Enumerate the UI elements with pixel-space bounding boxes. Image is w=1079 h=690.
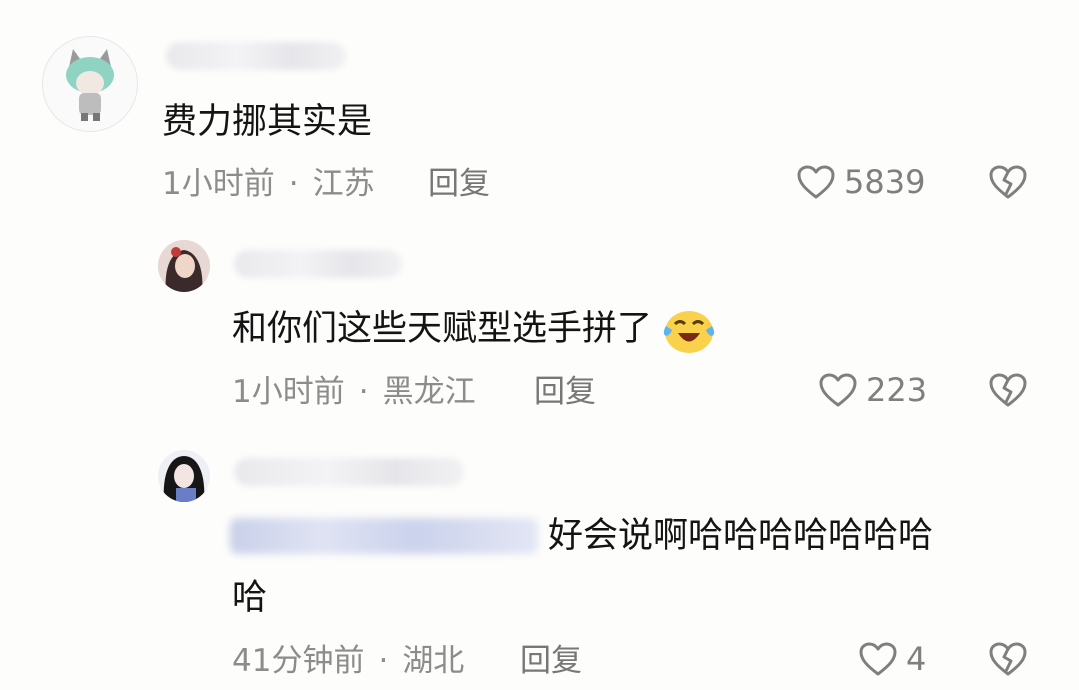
heart-outline-icon [797, 165, 835, 199]
dislike-button[interactable] [988, 372, 1028, 408]
timestamp: 1小时前 [162, 166, 275, 202]
username-redacted[interactable] [166, 42, 346, 70]
avatar[interactable] [158, 240, 210, 292]
separator-dot: · [378, 643, 389, 679]
avatar[interactable] [158, 450, 210, 502]
reply-button[interactable]: 回复 [520, 643, 582, 679]
like-button[interactable]: 5839 [796, 164, 925, 200]
timestamp: 1小时前 [232, 374, 345, 410]
separator-dot: · [358, 374, 369, 410]
username-redacted[interactable] [234, 458, 464, 486]
like-button[interactable]: 4 [858, 641, 926, 677]
like-count: 5839 [844, 163, 926, 201]
comment-text-line2: 哈 [232, 578, 268, 618]
dislike-button[interactable] [988, 164, 1028, 200]
username-redacted[interactable] [234, 250, 402, 278]
dislike-button[interactable] [988, 641, 1028, 677]
comment-text: 费力挪其实是 [162, 102, 373, 142]
anime-avatar-icon [158, 450, 210, 502]
comment-meta: 1小时前 · 江苏 [162, 166, 375, 202]
quoted-text-redacted [230, 518, 538, 554]
comment-text-line1: 好会说啊哈哈哈哈哈哈哈 [548, 516, 934, 556]
avatar[interactable] [42, 36, 138, 132]
location: 湖北 [402, 643, 465, 679]
heart-outline-icon [859, 642, 897, 676]
timestamp: 41分钟前 [232, 643, 365, 679]
heart-outline-icon [819, 373, 857, 407]
comment-meta: 41分钟前 · 湖北 [232, 643, 464, 679]
cat-avatar-icon [43, 37, 137, 131]
location: 江苏 [312, 166, 375, 202]
portrait-avatar-icon [158, 240, 210, 292]
like-button[interactable]: 223 [818, 372, 927, 408]
location: 黑龙江 [382, 374, 476, 410]
like-count: 223 [866, 371, 928, 409]
like-count: 4 [906, 640, 927, 678]
comment-meta: 1小时前 · 黑龙江 [232, 374, 476, 410]
comment-text: 和你们这些天赋型选手拼了 [232, 306, 716, 354]
crying-laughing-emoji [663, 311, 715, 353]
reply-button[interactable]: 回复 [534, 374, 596, 410]
separator-dot: · [288, 166, 299, 202]
comment-text-content: 和你们这些天赋型选手拼了 [232, 309, 653, 349]
reply-button[interactable]: 回复 [428, 166, 490, 202]
